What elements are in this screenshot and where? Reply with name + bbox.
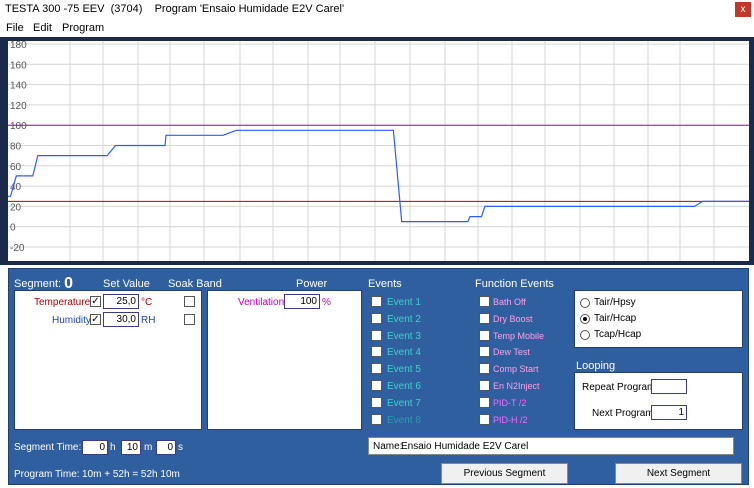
window-title: TESTA 300 -75 EEV (3704) Program 'Ensaio… bbox=[5, 3, 345, 15]
event-checkbox[interactable] bbox=[371, 380, 382, 391]
segment-hours-input[interactable]: 0 bbox=[82, 440, 108, 455]
next-program-label: Next Program: bbox=[592, 408, 657, 419]
function-event-checkbox[interactable] bbox=[479, 312, 490, 324]
setpoint-box bbox=[14, 290, 202, 430]
next-program-input[interactable]: 1 bbox=[651, 405, 687, 420]
temperature-unit: °C bbox=[141, 297, 153, 308]
event-label: Event 3 bbox=[387, 330, 421, 342]
mode-label: Tair/Hcap bbox=[594, 313, 637, 324]
humidity-checkbox[interactable]: ✓ bbox=[90, 314, 101, 325]
function-event-checkbox[interactable] bbox=[479, 346, 490, 358]
looping-title: Looping bbox=[576, 360, 616, 372]
seconds-unit: s bbox=[178, 442, 183, 453]
repeat-program-input[interactable] bbox=[651, 379, 687, 394]
y-tick-label: 140 bbox=[10, 81, 27, 92]
mode-radio[interactable] bbox=[580, 298, 590, 308]
humidity-input[interactable]: 30,0 bbox=[103, 312, 139, 327]
menu-edit[interactable]: Edit bbox=[33, 22, 52, 34]
function-event-checkbox[interactable] bbox=[479, 329, 490, 341]
event-label: Event 6 bbox=[387, 381, 421, 392]
program-time-label: Program Time: bbox=[14, 469, 80, 480]
temperature-checkbox[interactable]: ✓ bbox=[90, 296, 101, 307]
program-time-value: 10m + 52h = 52h 10m bbox=[82, 469, 180, 480]
event-checkbox[interactable] bbox=[371, 396, 382, 408]
function-event-checkbox[interactable] bbox=[479, 413, 490, 425]
event-checkbox[interactable] bbox=[371, 329, 382, 341]
mode-label: Tcap/Hcap bbox=[594, 329, 642, 340]
y-tick-label: 60 bbox=[10, 162, 22, 173]
function-event-checkbox[interactable] bbox=[479, 363, 490, 375]
y-tick-label: 80 bbox=[10, 142, 22, 153]
name-label: Name: bbox=[373, 441, 403, 452]
power-box bbox=[207, 290, 362, 430]
function-event-label: Bath Off bbox=[493, 297, 526, 307]
name-input[interactable]: Ensaio Humidade E2V Carel bbox=[401, 441, 528, 452]
y-tick-label: 180 bbox=[10, 40, 27, 51]
y-tick-label: 100 bbox=[10, 121, 27, 132]
menu-file[interactable]: File bbox=[6, 22, 24, 34]
mode-label: Tair/Hpsy bbox=[594, 297, 636, 308]
y-tick-label: 160 bbox=[10, 60, 27, 71]
function-event-label: PID-H /2 bbox=[493, 414, 528, 425]
mode-radio[interactable] bbox=[580, 330, 590, 340]
event-checkbox[interactable] bbox=[371, 363, 382, 375]
event-label: Event 2 bbox=[387, 313, 421, 325]
y-tick-label: 20 bbox=[10, 202, 22, 213]
function-event-label: Dew Test bbox=[493, 347, 530, 358]
humidity-soak-checkbox[interactable] bbox=[184, 314, 195, 325]
function-event-label: Dry Boost bbox=[493, 313, 533, 324]
temperature-input[interactable]: 25,0 bbox=[103, 294, 139, 309]
event-checkbox[interactable] bbox=[371, 296, 382, 307]
header-power: Power bbox=[296, 278, 328, 290]
y-tick-label: 120 bbox=[10, 101, 27, 112]
header-function-events: Function Events bbox=[475, 278, 554, 290]
mode-radio[interactable] bbox=[580, 314, 590, 324]
event-label: Event 8 bbox=[387, 414, 421, 426]
ventilation-label: Ventilation: bbox=[238, 297, 287, 308]
header-soak-band: Soak Band bbox=[168, 278, 222, 290]
ventilation-unit: % bbox=[322, 297, 331, 308]
close-button[interactable]: x bbox=[735, 2, 751, 17]
function-event-label: En N2Inject bbox=[493, 381, 540, 391]
temperature-label: Temperature: bbox=[34, 297, 93, 308]
program-chart: 180 160 140 120 100 80 60 40 20 0 -20 bbox=[0, 37, 754, 265]
event-label: Event 5 bbox=[387, 364, 421, 376]
function-event-checkbox[interactable] bbox=[479, 296, 490, 307]
event-label: Event 4 bbox=[387, 347, 421, 359]
function-event-checkbox[interactable] bbox=[479, 396, 490, 408]
segment-time-label: Segment Time: bbox=[14, 442, 82, 453]
function-event-label: Temp Mobile bbox=[493, 330, 545, 341]
chart-plot-area bbox=[8, 41, 749, 261]
menu-program[interactable]: Program bbox=[62, 22, 104, 34]
repeat-program-label: Repeat Program: bbox=[582, 382, 659, 393]
previous-segment-button[interactable]: Previous Segment bbox=[441, 463, 568, 484]
y-tick-label: 0 bbox=[10, 223, 16, 234]
segment-seconds-input[interactable]: 0 bbox=[156, 440, 176, 455]
minutes-unit: m bbox=[144, 442, 153, 453]
event-label: Event 7 bbox=[387, 397, 421, 409]
title-bar: TESTA 300 -75 EEV (3704) Program 'Ensaio… bbox=[0, 0, 754, 20]
event-checkbox[interactable] bbox=[371, 346, 382, 358]
event-checkbox[interactable] bbox=[371, 413, 382, 425]
segment-label: Segment: bbox=[14, 278, 62, 290]
y-tick-label: -20 bbox=[10, 243, 25, 254]
event-label: Event 1 bbox=[387, 297, 421, 308]
ventilation-input[interactable]: 100 bbox=[284, 294, 320, 309]
function-event-label: PID-T /2 bbox=[493, 397, 527, 408]
header-events: Events bbox=[368, 278, 402, 290]
function-event-checkbox[interactable] bbox=[479, 380, 490, 391]
menu-bar: File Edit Program bbox=[0, 20, 754, 37]
next-segment-button[interactable]: Next Segment bbox=[615, 463, 742, 484]
function-event-label: Comp Start bbox=[493, 364, 539, 375]
humidity-label: Humidity: bbox=[52, 315, 94, 326]
humidity-unit: RH bbox=[141, 315, 156, 326]
hours-unit: h bbox=[110, 442, 116, 453]
segment-minutes-input[interactable]: 10 bbox=[121, 440, 141, 455]
event-checkbox[interactable] bbox=[371, 312, 382, 324]
header-set-value: Set Value bbox=[103, 278, 150, 290]
chart-svg: 180160140120100806040200-20 bbox=[8, 40, 749, 261]
temperature-soak-checkbox[interactable] bbox=[184, 296, 195, 307]
